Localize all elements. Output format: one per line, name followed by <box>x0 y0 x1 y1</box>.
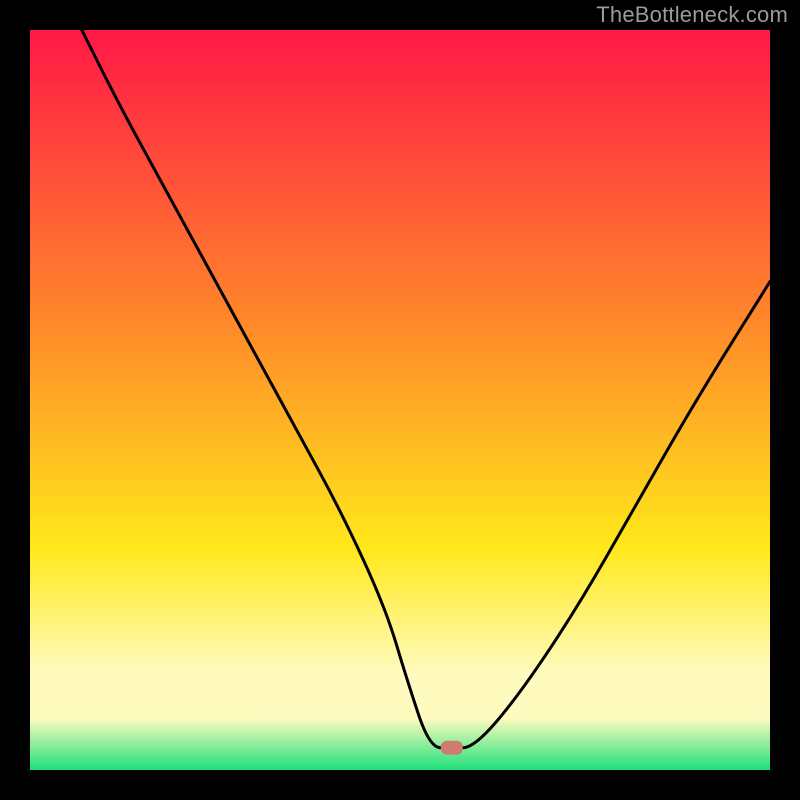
watermark-text: TheBottleneck.com <box>596 2 788 28</box>
chart-frame: TheBottleneck.com <box>0 0 800 800</box>
plot-svg <box>30 30 770 770</box>
minimum-marker <box>441 741 463 755</box>
plot-area <box>30 30 770 770</box>
